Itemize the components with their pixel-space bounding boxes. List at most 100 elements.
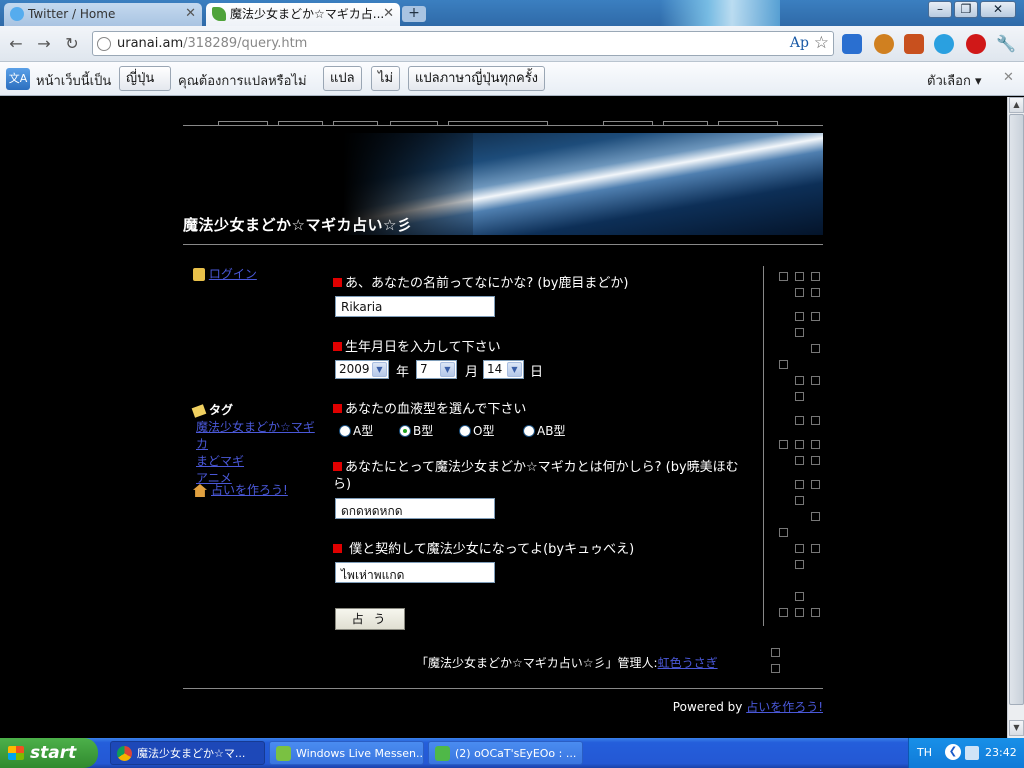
options-label: ตัวเลือก <box>927 74 971 89</box>
decor-square <box>795 544 804 553</box>
decor-square <box>795 392 804 401</box>
tag-link[interactable]: まどマギ <box>196 453 316 470</box>
language-select[interactable]: ญี่ปุ่น ▾ <box>119 66 171 109</box>
scroll-down-arrow[interactable]: ▼ <box>1009 720 1024 736</box>
decor-square <box>811 512 820 521</box>
radio-button[interactable] <box>459 425 471 437</box>
scroll-up-arrow[interactable]: ▲ <box>1009 97 1024 113</box>
maximize-button[interactable]: ❐ <box>954 1 978 18</box>
decor-square <box>795 456 804 465</box>
decor-square <box>795 592 804 601</box>
language-indicator[interactable]: TH <box>917 746 932 759</box>
taskbar-item-messenger[interactable]: Windows Live Messen... <box>269 741 424 765</box>
adblock-extension-icon[interactable] <box>966 34 986 54</box>
task-title: Windows Live Messen... <box>296 747 424 760</box>
scroll-thumb[interactable] <box>1009 114 1024 705</box>
url-host: uranai.am <box>117 36 184 51</box>
day-select[interactable]: 14 ▼ <box>483 360 524 379</box>
right-decoration <box>755 252 823 677</box>
radio-button[interactable] <box>523 425 535 437</box>
powered-by: Powered by 占いを作ろう! <box>673 698 823 715</box>
page-title: 魔法少女まどか☆マギカ占い☆彡 <box>183 216 413 234</box>
radio-label: AB型 <box>537 424 566 438</box>
network-icon[interactable] <box>965 746 979 760</box>
translate-ap-icon[interactable]: Ap <box>790 35 809 51</box>
translate-infobar: 文A หน้าเว็บนี้เป็น ญี่ปุ่น ▾ คุณต้องการแ… <box>0 62 1024 109</box>
start-button[interactable]: start <box>0 738 98 768</box>
radio-label: A型 <box>353 424 374 438</box>
question-madoka: あなたにとって魔法少女まどか☆マギカとは何かしら? (by暁美ほむら) <box>333 459 753 493</box>
taskbar-item-chat[interactable]: (2) oOCaT'sEyEOo : ... <box>428 741 583 765</box>
tab-madoka[interactable]: 魔法少女まどか☆マギカ占... ✕ <box>206 3 400 26</box>
close-tab-icon[interactable]: ✕ <box>185 3 196 25</box>
back-arrow-icon[interactable]: ← <box>6 34 26 54</box>
close-infobar-icon[interactable]: ✕ <box>1003 70 1014 85</box>
decor-square <box>795 560 804 569</box>
tv-extension-icon[interactable] <box>874 34 894 54</box>
blood-radio-b[interactable]: B型 <box>399 422 433 439</box>
decor-square <box>795 376 804 385</box>
decor-square <box>811 344 820 353</box>
always-translate-button[interactable]: แปลภาษาญี่ปุ่นทุกครั้ง <box>408 66 546 91</box>
contract-answer-input[interactable]: ไพเห่าพแกด <box>335 562 495 583</box>
decor-square <box>795 288 804 297</box>
year-select[interactable]: 2009 ▼ <box>335 360 389 379</box>
login-link[interactable]: ログイン <box>209 267 257 281</box>
day-unit: 日 <box>530 365 544 380</box>
clock[interactable]: 23:42 <box>985 746 1017 759</box>
chevron-down-icon: ▼ <box>507 362 522 377</box>
vertical-scrollbar[interactable]: ▲ ▼ <box>1007 97 1024 738</box>
radio-button-selected[interactable] <box>399 425 411 437</box>
decor-square <box>795 312 804 321</box>
decor-square <box>779 272 788 281</box>
close-window-button[interactable]: ✕ <box>980 1 1016 18</box>
chevron-down-icon: ▼ <box>440 362 455 377</box>
decor-square <box>811 376 820 385</box>
name-input[interactable]: Rikaria <box>335 296 495 317</box>
tag-icon <box>191 403 207 418</box>
wrench-menu-icon[interactable]: 🔧 <box>996 34 1016 54</box>
blood-radio-ab[interactable]: AB型 <box>523 422 565 439</box>
admin-link[interactable]: 虹色うさぎ <box>658 656 718 670</box>
url-path: /318289/query.htm <box>183 36 308 51</box>
decor-square <box>779 440 788 449</box>
radio-button[interactable] <box>339 425 351 437</box>
decor-square <box>811 416 820 425</box>
close-tab-icon[interactable]: ✕ <box>383 3 394 25</box>
header-deco <box>603 121 653 126</box>
tray-arrow-icon[interactable]: ❮ <box>945 744 961 760</box>
blood-radio-a[interactable]: A型 <box>339 422 373 439</box>
taskbar-item-chrome[interactable]: 魔法少女まどか☆マ... <box>110 741 265 765</box>
radio-label: B型 <box>413 424 434 438</box>
tag-heading: タグ <box>191 401 233 418</box>
new-tab-button[interactable]: + <box>402 6 426 22</box>
download-extension-icon[interactable] <box>842 34 862 54</box>
translate-button[interactable]: แปล <box>323 66 362 91</box>
powered-by-label: Powered by <box>672 700 743 714</box>
decor-square <box>811 312 820 321</box>
month-select[interactable]: 7 ▼ <box>416 360 457 379</box>
tab-twitter[interactable]: Twitter / Home ✕ <box>4 3 202 26</box>
bookmark-star-icon[interactable]: ☆ <box>814 33 829 53</box>
make-uranai-link[interactable]: 占いを作ろう! <box>211 483 288 497</box>
decor-line <box>763 266 764 626</box>
address-bar[interactable]: uranai.am/318289/query.htm Ap ☆ <box>92 31 834 56</box>
tag-list: 魔法少女まどか☆マギカ まどマギ アニメ <box>196 419 316 487</box>
submit-fortune-button[interactable]: 占 う <box>335 608 405 630</box>
options-menu[interactable]: ตัวเลือก ▾ <box>927 70 982 91</box>
leaf-icon <box>212 7 226 21</box>
url-text[interactable]: uranai.am/318289/query.htm <box>117 36 307 51</box>
blood-radio-o[interactable]: O型 <box>459 422 494 439</box>
minimize-button[interactable]: – <box>928 1 952 18</box>
forward-arrow-icon[interactable]: → <box>34 34 54 54</box>
red-bullet <box>333 342 342 351</box>
chart-extension-icon[interactable] <box>904 34 924 54</box>
powered-by-link[interactable]: 占いを作ろう! <box>746 700 823 714</box>
question-contract: 僕と契約して魔法少女になってよ(byキュゥべえ) <box>333 541 634 558</box>
tag-link[interactable]: 魔法少女まどか☆マギカ <box>196 419 316 453</box>
reload-icon[interactable]: ↻ <box>62 34 82 54</box>
tab-title: Twitter / Home <box>28 7 116 21</box>
nope-button[interactable]: ไม่ <box>371 66 401 91</box>
skype-extension-icon[interactable] <box>934 34 954 54</box>
madoka-answer-input[interactable]: ดกดหดหกด <box>335 498 495 519</box>
